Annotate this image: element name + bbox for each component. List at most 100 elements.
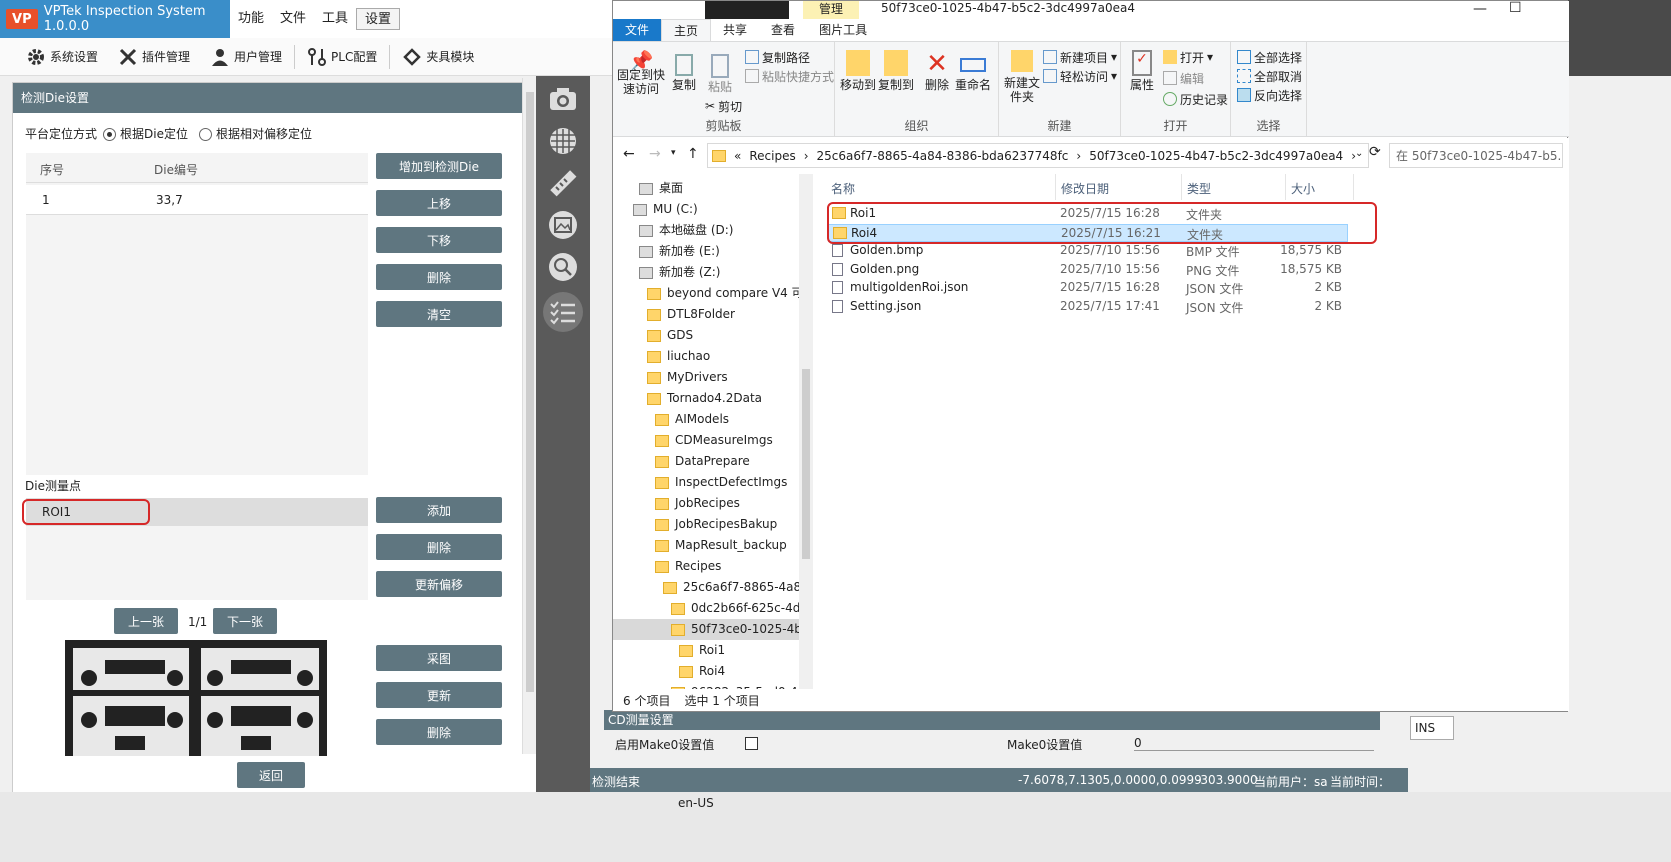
nav-item[interactable]: 50f73ce0-1025-4b47-l [613,619,813,640]
inspect-button[interactable] [546,250,580,284]
breadcrumb-current[interactable]: 50f73ce0-1025-4b47-b5c2-3dc4997a0ea4 [1089,149,1343,163]
radio-offset-button[interactable] [199,128,212,141]
properties-button[interactable]: ✓ 属性 [1127,50,1157,92]
nav-item[interactable]: JobRecipes [655,493,740,514]
table-row[interactable]: 1 33,7 [26,185,368,215]
file-row[interactable]: Golden.bmp 2025/7/10 15:56 BMP 文件 18,575 KB [828,242,1348,260]
add-roi-button[interactable]: 添加 [376,497,502,523]
move-down-button[interactable]: 下移 [376,227,502,253]
update-offset-button[interactable]: 更新偏移 [376,571,502,597]
menu-settings[interactable]: 设置 [356,8,401,30]
radio-die[interactable]: 根据Die定位 [103,125,188,142]
edit-button[interactable]: 编辑 [1163,69,1204,87]
nav-item[interactable]: CDMeasureImgs [655,430,773,451]
checklist-button[interactable] [543,292,583,332]
search-input[interactable]: 在 50f73ce0-1025-4b47-b5...⌕ [1389,143,1563,168]
breadcrumb-overflow[interactable]: « [734,149,741,163]
menu-function[interactable]: 功能 [230,8,272,30]
column-type[interactable]: 类型 [1187,179,1211,199]
tab-picture-tools[interactable]: 图片工具 [807,19,879,41]
delete-roi-button[interactable]: 删除 [376,534,502,560]
column-separator[interactable] [1353,174,1354,200]
back-arrow-icon[interactable]: ← [623,146,635,162]
column-name[interactable]: 名称 [831,179,855,199]
nav-item[interactable]: 新加卷 (Z:) [639,262,720,283]
nav-item[interactable]: 25c6a6f7-8865-4a84-83 [663,577,813,598]
nav-item[interactable]: GDS [647,325,693,346]
address-dropdown-icon[interactable]: ⌄ [1355,148,1363,159]
menu-tools[interactable]: 工具 [314,8,356,30]
radio-die-button[interactable] [103,128,116,141]
nav-item[interactable]: DTL8Folder [647,304,735,325]
make0-input[interactable]: 0 [1134,736,1374,751]
paste-button[interactable]: 粘贴 [705,54,735,94]
breadcrumb-parent[interactable]: 25c6a6f7-8865-4a84-8386-bda6237748fc [817,149,1069,163]
delete-image-button[interactable]: 删除 [376,719,502,745]
radio-offset[interactable]: 根据相对偏移定位 [199,125,312,142]
file-row[interactable]: Golden.png 2025/7/10 15:56 PNG 文件 18,575 KB [828,261,1348,279]
new-folder-button[interactable]: 新建文件夹 [1003,50,1041,104]
nav-item[interactable]: MyDrivers [647,367,728,388]
next-image-button[interactable]: 下一张 [213,608,277,634]
move-to-button[interactable]: 移动到 [839,50,877,92]
column-separator[interactable] [1285,174,1286,200]
nav-item[interactable]: 新加卷 (E:) [639,241,720,262]
up-arrow-icon[interactable]: ↑ [687,146,699,162]
plc-config-button[interactable]: PLC配置 [299,43,385,71]
paste-shortcut-button[interactable]: 粘贴快捷方式 [745,67,834,85]
nav-item[interactable]: AIModels [655,409,729,430]
delete-file-button[interactable]: ✕ 删除 [923,50,951,92]
recent-dropdown-icon[interactable]: ▾ [671,148,676,158]
nav-item[interactable]: 桌面 [639,178,683,199]
enable-make0-checkbox[interactable] [745,737,758,750]
grid-button[interactable] [546,124,580,158]
capture-button[interactable]: 采图 [376,645,502,671]
image-button[interactable] [546,208,580,242]
file-row[interactable]: multigoldenRoi.json 2025/7/15 16:28 JSON 文… [828,279,1348,297]
nav-item[interactable]: liuchao [647,346,710,367]
select-all-button[interactable]: 全部选择 [1237,48,1302,66]
fixture-module-button[interactable]: 夹具模块 [394,43,482,71]
nav-item[interactable]: beyond compare V4 可用 [647,283,813,304]
cut-button[interactable]: ✂ 剪切 [705,97,742,115]
clear-button[interactable]: 清空 [376,301,502,327]
nav-item[interactable]: InspectDefectImgs [655,472,787,493]
tab-file[interactable]: 文件 [613,19,662,41]
refresh-icon[interactable]: ⟳ [1369,144,1381,160]
delete-button[interactable]: 删除 [376,264,502,290]
system-settings-button[interactable]: 系统设置 [18,43,106,71]
address-bar[interactable]: « Recipes › 25c6a6f7-8865-4a84-8386-bda62… [707,143,1369,168]
nav-item[interactable]: 本地磁盘 (D:) [639,220,733,241]
maximize-icon[interactable]: ☐ [1509,0,1522,16]
nav-item[interactable]: DataPrepare [655,451,750,472]
nav-item[interactable]: Roi4 [679,661,725,682]
nav-item[interactable]: MapResult_backup [655,535,787,556]
nav-item[interactable]: 0dc2b66f-625c-4d72- [671,598,813,619]
user-manage-button[interactable]: 用户管理 [202,43,290,71]
pin-button[interactable]: 📌 固定到快速访问 [617,51,665,96]
column-separator[interactable] [1055,174,1056,200]
easy-access-button[interactable]: 轻松访问 ▾ [1043,67,1117,85]
prev-image-button[interactable]: 上一张 [114,608,178,634]
copy-button[interactable]: 复制 [669,54,699,92]
plugin-manage-button[interactable]: 插件管理 [110,43,198,71]
camera-button[interactable] [546,82,580,116]
select-none-button[interactable]: 全部取消 [1237,67,1302,85]
rename-button[interactable]: 重命名 [953,50,993,92]
forward-arrow-icon[interactable]: → [649,146,661,162]
nav-item[interactable]: Tornado4.2Data [647,388,762,409]
tab-share[interactable]: 共享 [711,19,759,41]
new-item-button[interactable]: 新建项目 ▾ [1043,48,1117,66]
add-to-die-button[interactable]: 增加到检测Die [376,153,502,179]
nav-item[interactable]: Roi1 [679,640,725,661]
move-up-button[interactable]: 上移 [376,190,502,216]
menu-file[interactable]: 文件 [272,8,314,30]
open-button[interactable]: 打开 ▾ [1163,48,1213,66]
tab-home[interactable]: 主页 [661,19,712,41]
nav-item[interactable]: 96282c35-5ed0-46d3 [671,682,813,689]
manage-tab[interactable]: 管理 [803,1,859,19]
column-separator[interactable] [1181,174,1182,200]
minimize-icon[interactable]: — [1473,1,1487,17]
copy-path-button[interactable]: 复制路径 [745,48,810,66]
update-button[interactable]: 更新 [376,682,502,708]
